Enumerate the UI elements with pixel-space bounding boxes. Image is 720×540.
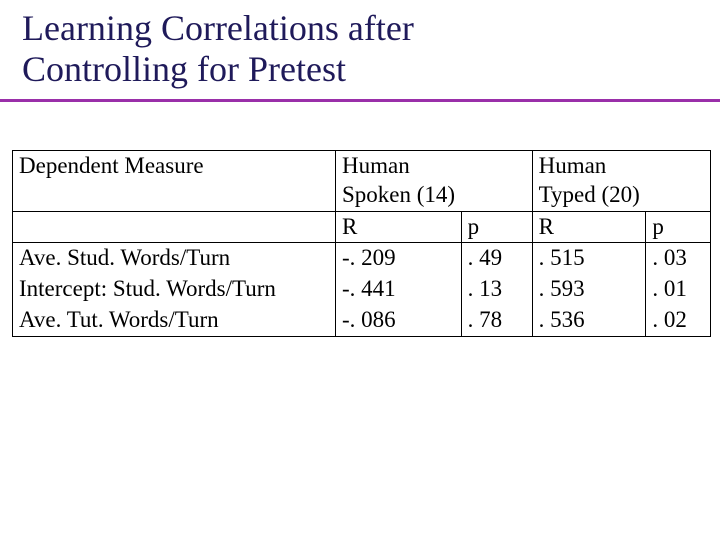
title-line-1: Learning Correlations after (22, 8, 414, 48)
title-underline (0, 99, 720, 102)
row-sR: -. 086 (336, 305, 462, 336)
row-tR: . 593 (532, 274, 646, 305)
row-sp: . 13 (461, 274, 532, 305)
header-typed-R: R (532, 211, 646, 243)
row-label: Ave. Stud. Words/Turn (13, 243, 336, 274)
header-spoken-p: p (461, 211, 532, 243)
row-tR: . 515 (532, 243, 646, 274)
row-tp: . 03 (646, 243, 711, 274)
correlations-table: Dependent Measure Human Spoken (14) Huma… (12, 150, 711, 337)
title-line-2: Controlling for Pretest (22, 49, 346, 89)
slide-title: Learning Correlations after Controlling … (0, 0, 720, 91)
row-sp: . 49 (461, 243, 532, 274)
row-sR: -. 441 (336, 274, 462, 305)
row-tR: . 536 (532, 305, 646, 336)
row-label: Ave. Tut. Words/Turn (13, 305, 336, 336)
header-spoken-pad2 (461, 181, 532, 211)
row-label: Intercept: Stud. Words/Turn (13, 274, 336, 305)
header-spoken-R: R (336, 211, 462, 243)
header-empty (13, 211, 336, 243)
row-sp: . 78 (461, 305, 532, 336)
header-spoken-pad (461, 151, 532, 181)
row-tp: . 01 (646, 274, 711, 305)
header-typed-p: p (646, 211, 711, 243)
header-typed-pad2 (646, 181, 711, 211)
header-typed: Human Typed (20) (532, 151, 646, 212)
row-sR: -. 209 (336, 243, 462, 274)
slide: Learning Correlations after Controlling … (0, 0, 720, 540)
header-spoken: Human Spoken (14) (336, 151, 462, 212)
row-tp: . 02 (646, 305, 711, 336)
header-dependent-measure: Dependent Measure (13, 151, 336, 212)
header-typed-pad (646, 151, 711, 181)
